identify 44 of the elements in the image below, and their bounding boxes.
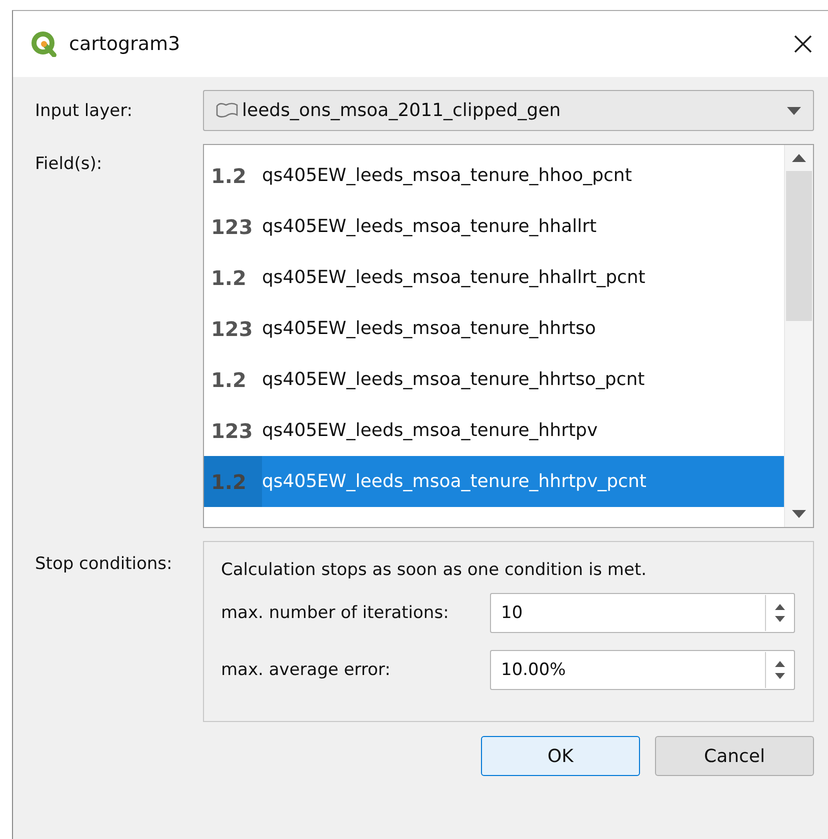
dialog-button[interactable]: OK <box>481 736 640 776</box>
close-icon <box>793 34 813 54</box>
field-name: qs405EW_leeds_msoa_tenure_hhallrt <box>262 216 597 237</box>
input-layer-label: Input layer: <box>35 100 134 120</box>
fields-label: Field(s): <box>35 153 104 176</box>
dialog-button[interactable]: Cancel <box>655 736 814 776</box>
setting-label: max. number of iterations: <box>221 603 450 623</box>
layer-dropdown[interactable]: leeds_ons_msoa_2011_clipped_gen <box>203 90 814 131</box>
field-type-label: 1.2 <box>210 368 248 392</box>
scrollbar[interactable] <box>784 145 813 527</box>
field-name: qs405EW_leeds_msoa_tenure_hhrtpv <box>262 420 598 441</box>
field-item[interactable]: 1.2 qs405EW_leeds_msoa_tenure_hhrtpv_pcnt <box>204 456 784 507</box>
window-title: cartogram3 <box>69 33 182 55</box>
polygon-layer-icon <box>214 100 240 120</box>
field-name: qs405EW_leeds_msoa_tenure_hhoo_pcnt <box>262 165 632 186</box>
scrollbar-thumb[interactable] <box>786 171 812 321</box>
spin-box[interactable]: 10 <box>490 593 795 633</box>
field-item[interactable]: 1.2 qs405EW_leeds_msoa_tenure_hhallrt_pcnt <box>204 252 784 303</box>
spin-value: 10 <box>501 603 524 623</box>
field-type-label: 1.2 <box>210 164 248 188</box>
scroll-down-icon[interactable] <box>792 510 806 518</box>
field-name: qs405EW_leeds_msoa_tenure_hhallrt_pcnt <box>262 267 646 288</box>
field-name: qs405EW_leeds_msoa_tenure_hhrtso <box>262 318 596 339</box>
q-logo-icon <box>31 31 57 57</box>
stop-note: Calculation stops as soon as one condition is met. <box>221 560 648 580</box>
field-item[interactable]: 1.2 qs405EW_leeds_msoa_tenure_hhoo_pcnt <box>204 150 784 201</box>
field-name: qs405EW_leeds_msoa_tenure_hhrtso_pcnt <box>262 369 645 390</box>
scroll-up-icon[interactable] <box>792 154 806 162</box>
setting-label: max. average error: <box>221 660 392 680</box>
field-type-label: 123 <box>210 316 254 340</box>
field-type-label: 123 <box>210 418 254 442</box>
field-type-label: 1.2 <box>204 456 262 507</box>
layer-name: leeds_ons_msoa_2011_clipped_gen <box>242 100 562 121</box>
field-name: qs405EW_leeds_msoa_tenure_hhrtpv_pcnt <box>262 471 646 492</box>
field-item[interactable]: 1.2 qs405EW_leeds_msoa_tenure_hhrtso_pcnt <box>204 354 784 405</box>
field-item[interactable]: 123 qs405EW_leeds_msoa_tenure_hhrtso <box>204 303 784 354</box>
field-type-label: 123 <box>210 214 254 238</box>
field-item[interactable]: 123 qs405EW_leeds_msoa_tenure_hhrtpv <box>204 405 784 456</box>
spin-value: 10.00% <box>501 660 567 680</box>
field-item[interactable]: 123 qs405EW_leeds_msoa_tenure_hhallrt <box>204 201 784 252</box>
stop-conditions-label: Stop conditions: <box>35 553 174 576</box>
spin-box[interactable]: 10.00% <box>490 650 795 690</box>
field-type-label: 1.2 <box>210 266 248 290</box>
caret-icon <box>787 106 801 114</box>
